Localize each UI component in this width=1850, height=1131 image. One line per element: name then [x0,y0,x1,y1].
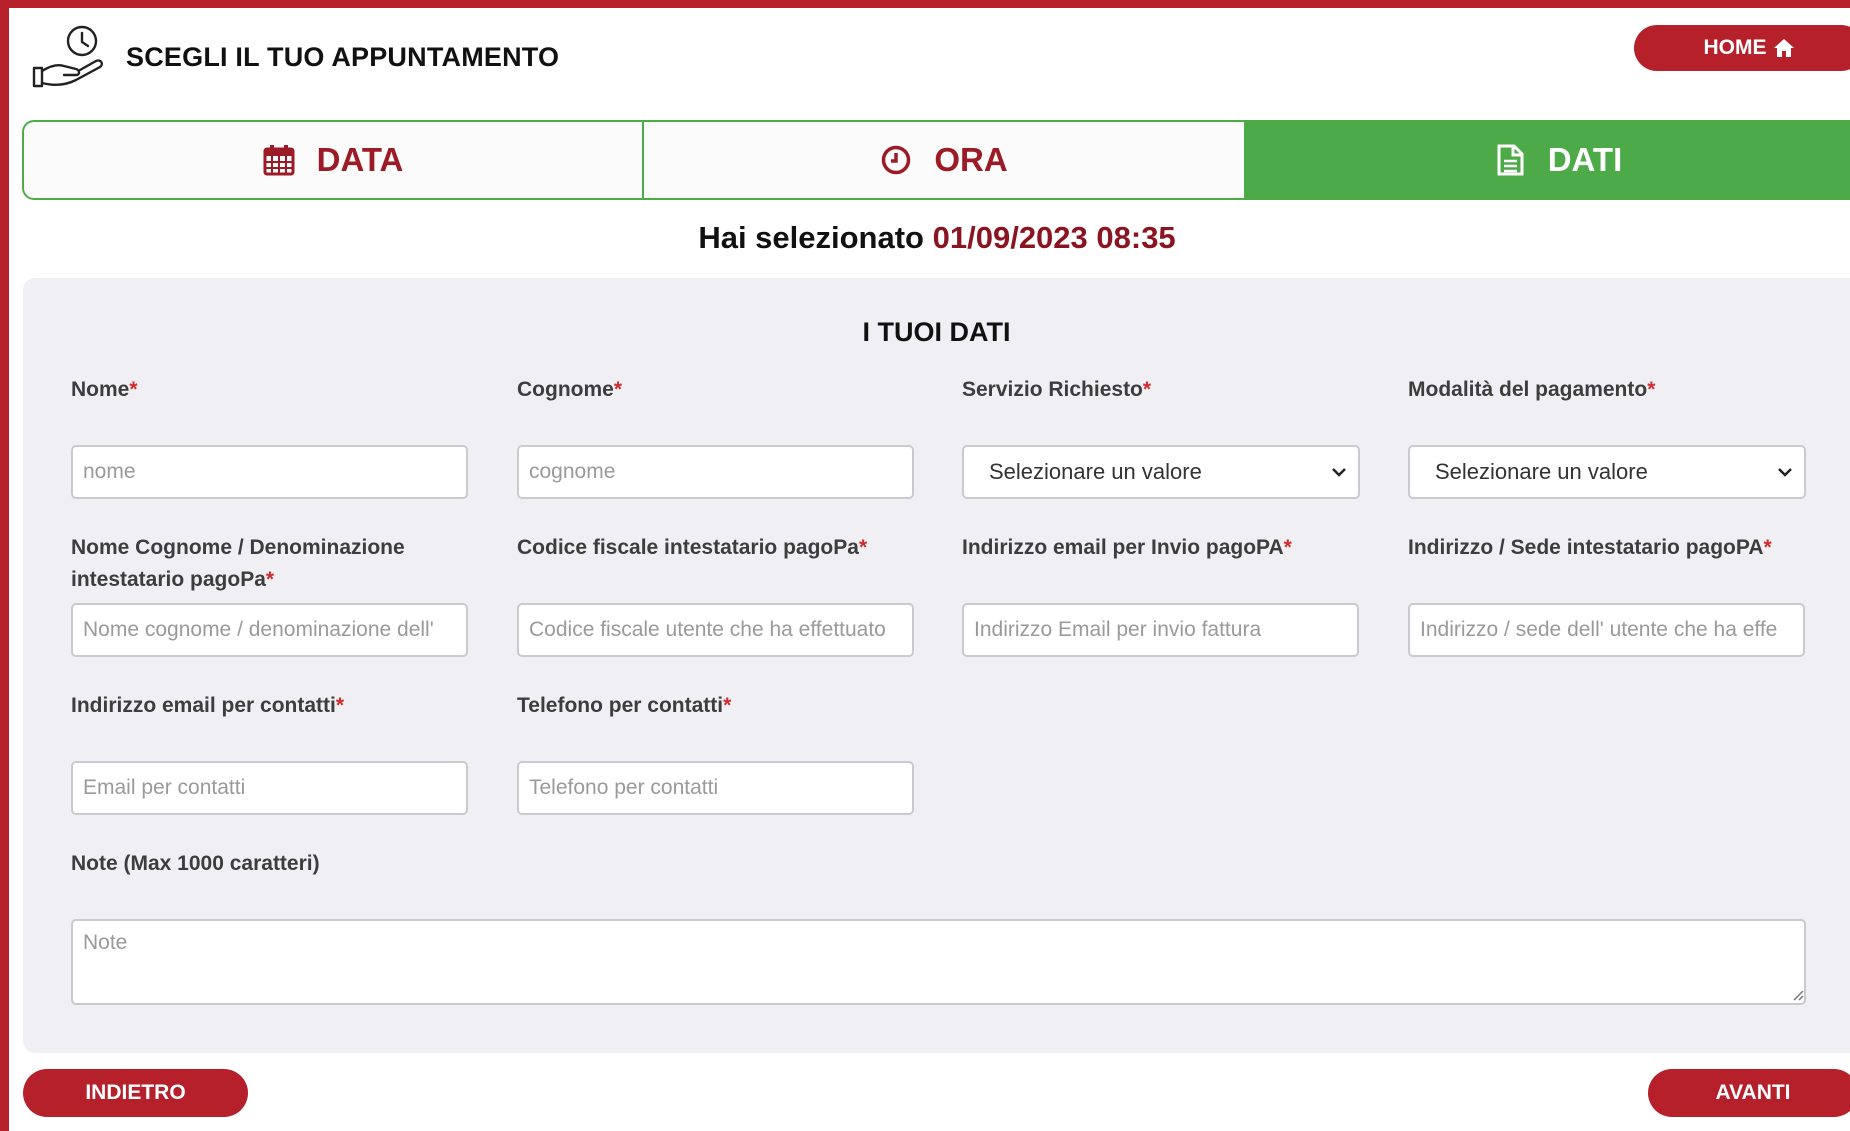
hand-clock-icon [32,25,104,88]
sede-input[interactable] [1408,603,1805,657]
top-border [0,0,1850,8]
page-title: SCEGLI IL TUO APPUNTAMENTO [126,41,560,72]
servizio-select[interactable]: Selezionare un valore [962,445,1360,499]
nome-label: Nome* [71,378,138,401]
back-button[interactable]: INDIETRO [23,1069,248,1117]
next-button[interactable]: AVANTI [1648,1069,1850,1117]
note-textarea[interactable] [71,919,1806,1005]
home-icon [1773,39,1794,57]
tab-dati-label: DATI [1547,141,1623,178]
telefono-label: Telefono per contatti* [517,694,732,717]
home-button[interactable]: HOME [1634,25,1850,71]
email-contatti-label: Indirizzo email per contatti* [71,694,345,717]
tab-data[interactable]: DATA [24,122,644,198]
nome-input[interactable] [71,445,468,499]
pagamento-select-value: Selezionare un valore [1435,459,1648,484]
resize-grip-icon[interactable] [1792,989,1804,1001]
intestatario-input[interactable] [71,603,468,657]
note-label: Note (Max 1000 caratteri) [71,852,320,875]
document-icon [1497,144,1524,176]
telefono-input[interactable] [517,761,914,815]
chevron-down-icon [1332,468,1346,477]
calendar-icon [263,145,295,176]
email-pagopa-label: Indirizzo email per Invio pagoPA* [962,536,1292,559]
intestatario-label: Nome Cognome / Denominazione intestatario… [71,536,405,591]
servizio-label: Servizio Richiesto* [962,378,1152,401]
email-contatti-input[interactable] [71,761,468,815]
email-pagopa-input[interactable] [962,603,1359,657]
pagamento-select[interactable]: Selezionare un valore [1408,445,1806,499]
selected-datetime: 01/09/2023 08:35 [932,220,1176,255]
cognome-label: Cognome* [517,378,623,401]
step-tabs: DATA ORA DATI [22,120,1850,200]
cognome-input[interactable] [517,445,914,499]
tab-ora-label: ORA [934,141,1008,178]
clock-icon [882,145,911,175]
left-border [0,0,9,1131]
codice-fiscale-label: Codice fiscale intestatario pagoPa* [517,536,868,559]
selected-appointment: Hai selezionato 01/09/2023 08:35 [0,220,1850,256]
sede-label: Indirizzo / Sede intestatario pagoPA* [1408,536,1772,559]
tab-data-label: DATA [316,141,404,178]
codice-fiscale-input[interactable] [517,603,914,657]
pagamento-label: Modalità del pagamento* [1408,378,1656,401]
servizio-select-value: Selezionare un valore [989,459,1202,484]
form-title: I TUOI DATI [862,317,1011,347]
home-button-label: HOME [1703,36,1767,59]
selected-prefix: Hai selezionato [698,220,924,255]
page-header: SCEGLI IL TUO APPUNTAMENTO [30,24,559,90]
tab-ora[interactable]: ORA [644,122,1246,198]
personal-data-panel: I TUOI DATI Nome* Cognome* Servizio Rich… [23,278,1850,1053]
chevron-down-icon [1778,468,1792,477]
tab-dati[interactable]: DATI [1246,122,1850,198]
